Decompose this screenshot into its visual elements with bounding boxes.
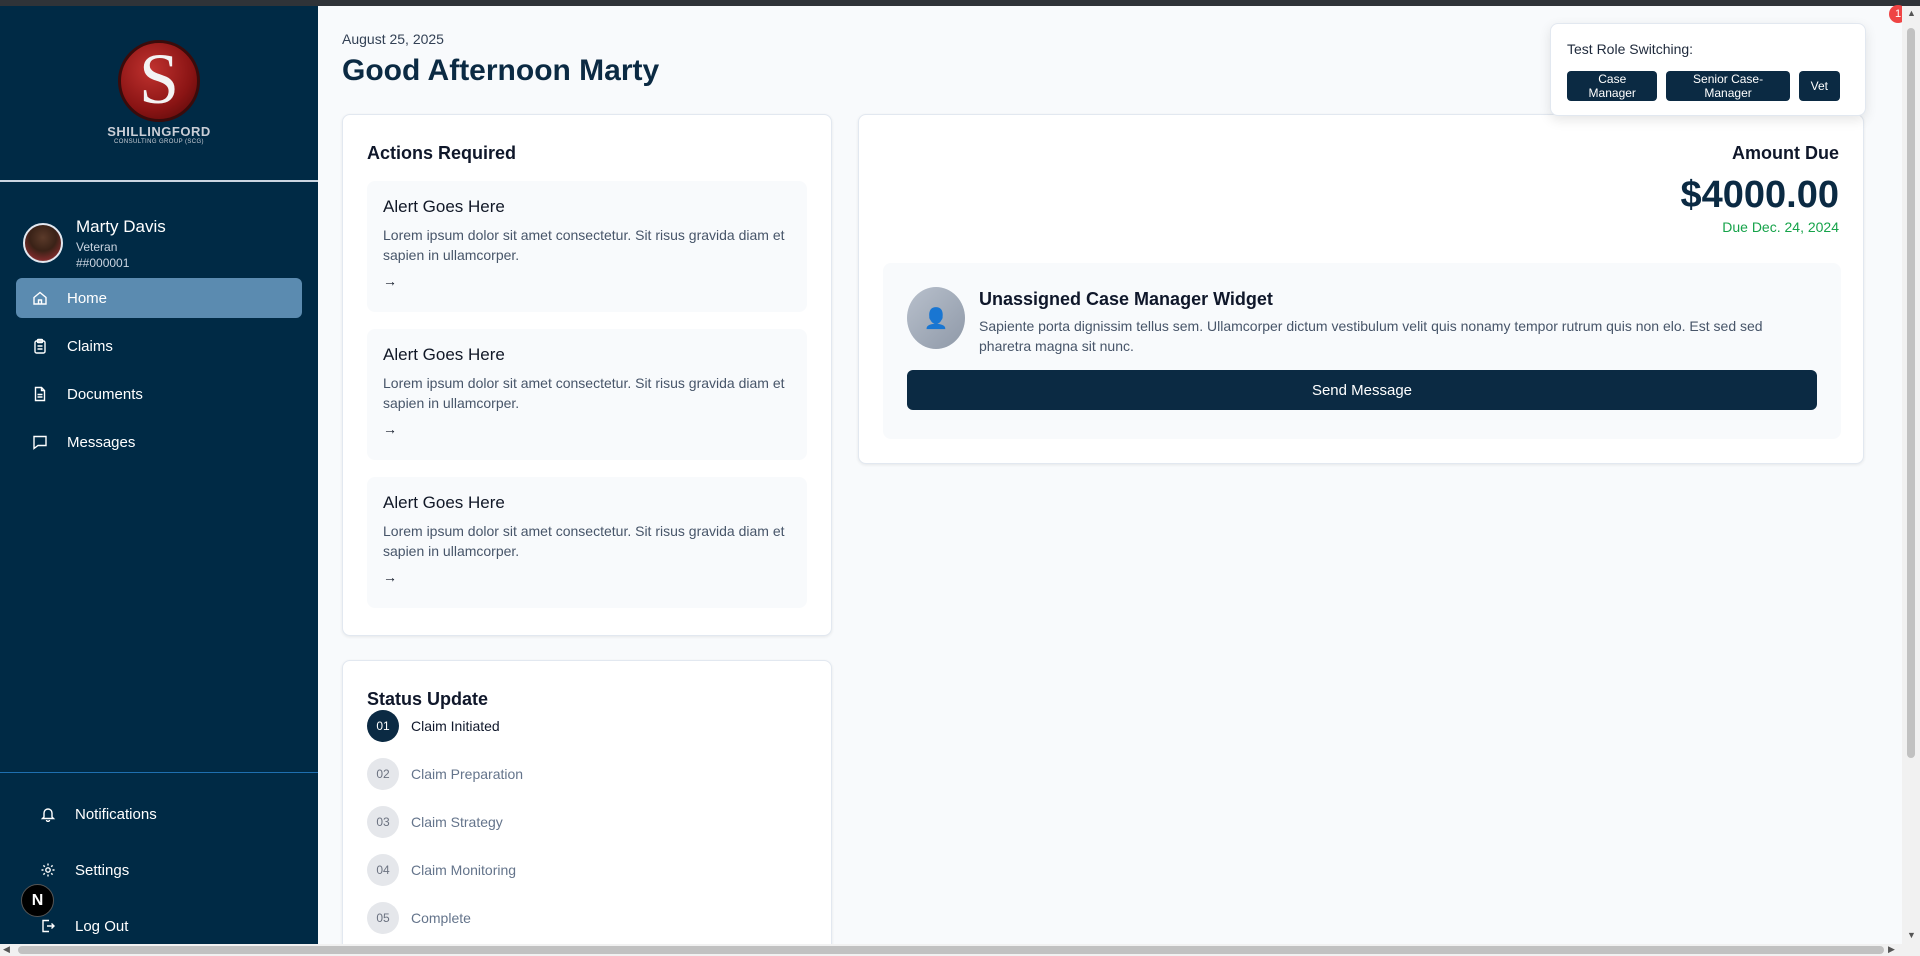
- status-step: 01 Claim Initiated: [367, 710, 807, 742]
- main-content: August 25, 2025 Good Afternoon Marty Act…: [318, 6, 1902, 956]
- profile-id: ##000001: [76, 255, 130, 270]
- logout-icon: [40, 918, 56, 934]
- send-message-button[interactable]: Send Message: [907, 370, 1817, 410]
- sidebar-item-label: Notifications: [75, 805, 157, 823]
- senior-case-manager-role-button[interactable]: Senior Case-Manager: [1666, 71, 1790, 101]
- card-title: Status Update: [367, 689, 489, 709]
- sidebar-item-label: Messages: [67, 433, 136, 451]
- user-placeholder-icon: 👤: [907, 287, 965, 349]
- sidebar-item-label: Settings: [75, 861, 130, 879]
- logo-subtitle: CONSULTING GROUP (SCG): [114, 139, 204, 145]
- bell-icon: [40, 806, 56, 822]
- sidebar-item-label: Claims: [67, 337, 113, 355]
- current-date: August 25, 2025: [342, 31, 444, 47]
- scroll-left-icon[interactable]: ◀: [3, 944, 10, 955]
- alert-body: Lorem ipsum dolor sit amet consectetur. …: [383, 375, 785, 411]
- sidebar: S SHILLINGFORD CONSULTING GROUP (SCG) Ma…: [0, 6, 318, 944]
- sidebar-item-settings[interactable]: Settings: [0, 855, 318, 885]
- logo-letter: S: [138, 39, 180, 119]
- step-label: Complete: [411, 910, 471, 926]
- document-icon: [32, 386, 48, 402]
- sidebar-item-claims[interactable]: Claims: [16, 326, 302, 366]
- sidebar-item-messages[interactable]: Messages: [16, 422, 302, 462]
- status-step: 02 Claim Preparation: [367, 758, 807, 790]
- step-number: 04: [367, 854, 399, 886]
- amount-value: $4000.00: [1680, 174, 1840, 216]
- alert-arrow-link[interactable]: →: [383, 273, 397, 289]
- actions-required-card: Actions Required Alert Goes Here Lorem i…: [342, 114, 832, 636]
- amount-due-card: Amount Due $4000.00 Due Dec. 24, 2024 👤 …: [858, 114, 1864, 464]
- profile-role: Veteran: [76, 239, 118, 254]
- card-title: Actions Required: [367, 143, 517, 163]
- step-label: Claim Monitoring: [411, 862, 517, 878]
- sidebar-item-label: Documents: [67, 385, 143, 403]
- step-number: 03: [367, 806, 399, 838]
- sidebar-item-notifications[interactable]: Notifications: [0, 799, 318, 829]
- alert-body: Lorem ipsum dolor sit amet consectetur. …: [383, 227, 785, 263]
- alert-arrow-link[interactable]: →: [383, 421, 397, 437]
- vertical-scroll-thumb[interactable]: [1907, 28, 1915, 758]
- sidebar-footer: Notifications Settings Log Out: [0, 772, 318, 956]
- logo: S SHILLINGFORD CONSULTING GROUP (SCG): [0, 6, 318, 182]
- step-number: 02: [367, 758, 399, 790]
- sidebar-item-documents[interactable]: Documents: [16, 374, 302, 414]
- vet-role-button[interactable]: Vet: [1798, 71, 1840, 101]
- message-icon: [32, 434, 48, 450]
- scroll-down-icon[interactable]: ▼: [1907, 930, 1916, 940]
- avatar: [23, 223, 63, 263]
- widget-body: Sapiente porta dignissim tellus sem. Ull…: [979, 318, 1763, 354]
- alert-title: Alert Goes Here: [383, 493, 505, 512]
- due-date: Due Dec. 24, 2024: [1722, 219, 1839, 235]
- user-profile: Marty Davis Veteran ##000001: [0, 182, 318, 278]
- widget-title: Unassigned Case Manager Widget: [979, 289, 1273, 309]
- logo-name: SHILLINGFORD: [107, 124, 211, 139]
- horizontal-scrollbar[interactable]: ◀ ▶: [0, 944, 1920, 956]
- vertical-scrollbar[interactable]: ▲ ▼: [1902, 6, 1920, 944]
- sidebar-item-logout[interactable]: Log Out: [0, 911, 318, 941]
- horizontal-scroll-thumb[interactable]: [18, 946, 1884, 954]
- sidebar-item-home[interactable]: Home: [16, 278, 302, 318]
- scroll-right-icon[interactable]: ▶: [1888, 944, 1895, 955]
- sidebar-item-label: Home: [67, 289, 108, 307]
- status-step: 04 Claim Monitoring: [367, 854, 807, 886]
- role-switch-title: Test Role Switching:: [1567, 41, 1694, 57]
- alert-arrow-link[interactable]: →: [383, 569, 397, 585]
- clipboard-icon: [32, 338, 48, 354]
- step-number: 01: [367, 710, 399, 742]
- alert-body: Lorem ipsum dolor sit amet consectetur. …: [383, 523, 785, 559]
- logo-mark: S: [118, 40, 200, 122]
- step-number: 05: [367, 902, 399, 934]
- status-step: 03 Claim Strategy: [367, 806, 807, 838]
- alert-item: Alert Goes Here Lorem ipsum dolor sit am…: [367, 329, 807, 460]
- alert-title: Alert Goes Here: [383, 197, 505, 216]
- case-manager-widget: 👤 Unassigned Case Manager Widget Sapient…: [883, 263, 1841, 439]
- status-update-card: Status Update 01 Claim Initiated 02 Clai…: [342, 660, 832, 956]
- amount-title: Amount Due: [1732, 143, 1839, 163]
- alert-item: Alert Goes Here Lorem ipsum dolor sit am…: [367, 181, 807, 312]
- alert-item: Alert Goes Here Lorem ipsum dolor sit am…: [367, 477, 807, 608]
- devtools-badge[interactable]: N: [21, 884, 54, 917]
- sidebar-item-label: Log Out: [75, 917, 129, 935]
- step-label: Claim Strategy: [411, 814, 503, 830]
- alert-title: Alert Goes Here: [383, 345, 505, 364]
- status-step: 05 Complete: [367, 902, 807, 934]
- page-title: Good Afternoon Marty: [342, 54, 660, 87]
- scroll-up-icon[interactable]: ▲: [1907, 8, 1916, 18]
- case-manager-role-button[interactable]: Case Manager: [1567, 71, 1658, 101]
- home-icon: [32, 290, 48, 306]
- step-label: Claim Preparation: [411, 766, 524, 782]
- profile-name: Marty Davis: [76, 216, 166, 236]
- gear-icon: [40, 862, 56, 878]
- role-switch-panel: Test Role Switching: Case Manager Senior…: [1550, 23, 1866, 116]
- step-label: Claim Initiated: [411, 718, 500, 734]
- sidebar-nav: Home Claims Documents Messages: [0, 278, 318, 462]
